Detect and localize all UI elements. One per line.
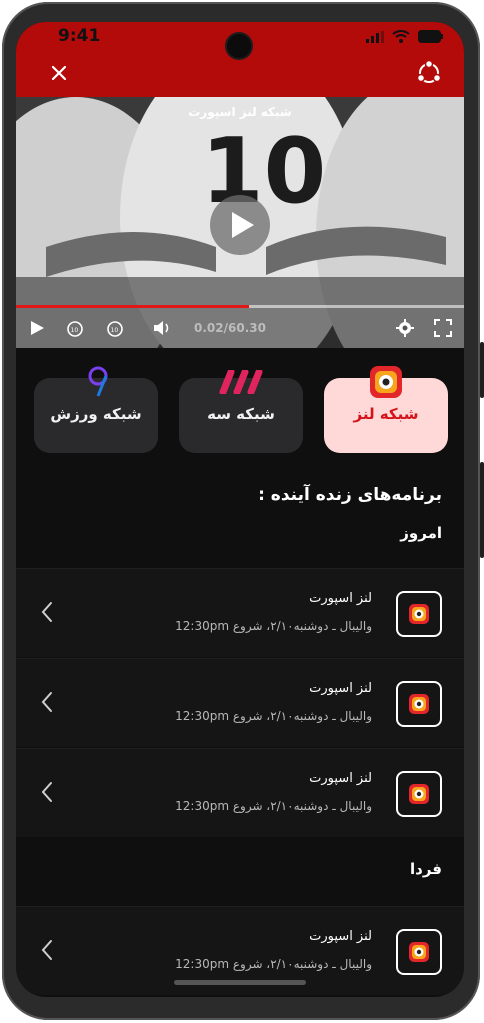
settings-icon[interactable] — [396, 319, 414, 337]
seh-logo-icon — [219, 370, 263, 394]
program-title: لنز اسپورت — [309, 591, 372, 606]
channel-label: شبکه لنز — [353, 405, 419, 423]
front-camera — [227, 34, 251, 58]
lenz-logo-icon — [409, 942, 429, 962]
program-channel-logo — [396, 681, 442, 727]
wifi-icon — [392, 30, 410, 43]
program-channel-logo — [396, 929, 442, 975]
lenz-logo-icon — [409, 604, 429, 624]
progress-bar[interactable] — [16, 305, 464, 308]
home-indicator — [174, 980, 306, 985]
lenz-logo-icon — [409, 694, 429, 714]
forward-10-icon[interactable]: 10 — [106, 319, 124, 337]
program-channel-logo — [396, 591, 442, 637]
time-display: 0.02/60.30 — [194, 321, 266, 335]
lenz-logo-icon — [409, 784, 429, 804]
top-bar: 9:41 — [16, 22, 464, 97]
close-icon[interactable] — [48, 62, 70, 84]
tomorrow-label: فردا — [410, 860, 442, 878]
rewind-10-icon[interactable]: 10 — [66, 319, 84, 337]
channel-card-varzesh[interactable]: شبکه ورزش — [34, 366, 158, 453]
status-time: 9:41 — [58, 26, 101, 46]
today-label: امروز — [400, 524, 442, 542]
fullscreen-icon[interactable] — [434, 319, 452, 337]
chevron-left-icon[interactable] — [40, 601, 54, 623]
play-icon — [232, 212, 254, 238]
battery-icon — [418, 30, 443, 43]
schedule-row[interactable]: لنز اسپورت والیبال ـ دوشنبه۲/۱۰، شروع 12… — [16, 658, 464, 747]
channel-card-seh[interactable]: شبکه سه — [179, 370, 303, 453]
schedule-row[interactable]: لنز اسپورت والیبال ـ دوشنبه۲/۱۰، شروع 12… — [16, 568, 464, 657]
video-channel-title: شبکه لنز اسپورت — [188, 105, 292, 119]
program-title: لنز اسپورت — [309, 681, 372, 696]
chevron-left-icon[interactable] — [40, 691, 54, 713]
volume-icon[interactable] — [152, 319, 172, 337]
program-title: لنز اسپورت — [309, 771, 372, 786]
program-title: لنز اسپورت — [309, 929, 372, 944]
schedule-heading: برنامه‌های زنده آینده : — [258, 485, 442, 505]
program-subtitle: والیبال ـ دوشنبه۲/۱۰، شروع 12:30pm — [175, 709, 372, 723]
channel-card-lenz[interactable]: شبکه لنز — [324, 366, 448, 453]
chevron-left-icon[interactable] — [40, 781, 54, 803]
play-small-icon[interactable] — [28, 319, 46, 337]
screen: 9:41 10 شبکه لنز اسپورت 10 10 0.02/60.30… — [16, 22, 464, 997]
progress-fill — [16, 305, 249, 308]
volume-button — [480, 342, 484, 398]
status-icons — [366, 30, 444, 43]
share-icon[interactable] — [416, 60, 442, 86]
channel-label: شبکه ورزش — [50, 405, 142, 423]
chevron-left-icon[interactable] — [40, 939, 54, 961]
power-button — [480, 462, 484, 558]
svg-text:10: 10 — [71, 327, 79, 334]
channel-selector: شبکه ورزش شبکه سه شبکه لنز — [34, 366, 448, 453]
lenz-logo-icon — [370, 366, 402, 398]
program-subtitle: والیبال ـ دوشنبه۲/۱۰، شروع 12:30pm — [175, 957, 372, 971]
svg-text:10: 10 — [111, 327, 119, 334]
program-channel-logo — [396, 771, 442, 817]
play-button[interactable] — [210, 195, 270, 255]
video-player[interactable]: 10 شبکه لنز اسپورت 10 10 0.02/60.30 — [16, 97, 464, 348]
program-subtitle: والیبال ـ دوشنبه۲/۱۰، شروع 12:30pm — [175, 799, 372, 813]
varzesh-logo-icon — [88, 366, 108, 397]
signal-icon — [366, 30, 384, 43]
channel-label: شبکه سه — [207, 405, 275, 423]
schedule-row[interactable]: لنز اسپورت والیبال ـ دوشنبه۲/۱۰، شروع 12… — [16, 748, 464, 837]
program-subtitle: والیبال ـ دوشنبه۲/۱۰، شروع 12:30pm — [175, 619, 372, 633]
